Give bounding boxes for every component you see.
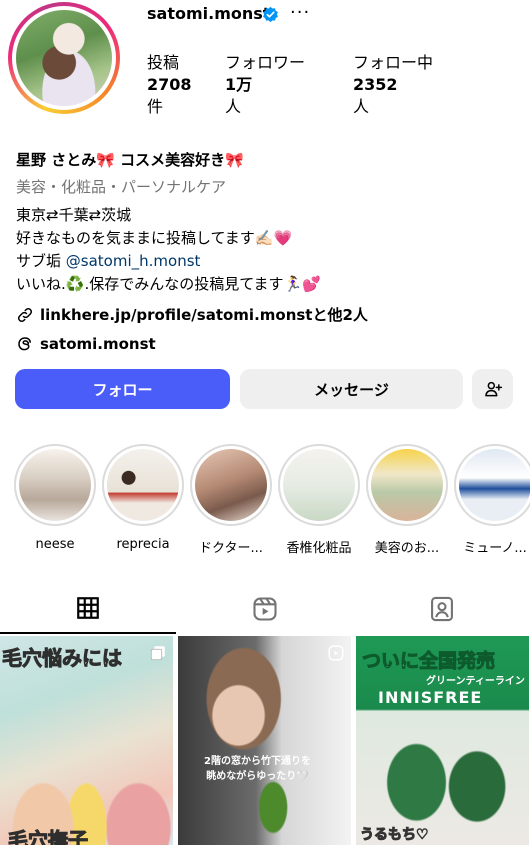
brand-logo: innisfree (378, 688, 483, 707)
stat-unit: 人 (225, 97, 242, 116)
stat-value: 1万 (225, 75, 253, 94)
post-caption: 毛穴悩みには (2, 646, 123, 671)
profile-link-text: linkhere.jp/profile/satomi.monstと他2人 (40, 306, 368, 324)
bio-line: サブ垢 @satomi_h.monst (16, 250, 321, 273)
highlight-label: reprecia (116, 537, 170, 552)
tagged-user-icon (431, 596, 453, 622)
post-tile[interactable]: 毛穴悩みには 毛穴撫子 (0, 636, 173, 845)
reel-indicator-icon (328, 645, 344, 661)
stat-label: 投稿 (147, 53, 180, 72)
highlight-beauty[interactable]: 美容のお... (366, 444, 448, 556)
profile-link[interactable]: linkhere.jp/profile/satomi.monstと他2人 (16, 304, 368, 325)
display-name: 星野 さとみ🎀 コスメ美容好き🎀 (16, 151, 244, 169)
stat-following[interactable]: フォロー中 2352 人 (353, 52, 433, 118)
tab-reels[interactable] (177, 584, 353, 634)
threads-link[interactable]: satomi.monst (16, 335, 156, 353)
verified-badge-icon (263, 6, 278, 23)
highlight-label: 香椎化粧品 (286, 541, 352, 556)
profile-bio: 東京⇄千葉⇄茨城 好きなものを気ままに投稿してます✍🏻💗 サブ垢 @satomi… (16, 204, 321, 296)
bio-line: 好きなものを気ままに投稿してます✍🏻💗 (16, 229, 293, 247)
stat-value: 2352 (353, 75, 398, 94)
sub-account-mention-link[interactable]: @satomi_h.monst (66, 252, 201, 270)
highlight-reprecia[interactable]: reprecia (102, 444, 184, 552)
stat-label: フォロワー (225, 53, 306, 72)
post-tile[interactable]: ついに全国発売 グリーンティーライン innisfree うるもち♡ (356, 636, 529, 845)
profile-avatar[interactable] (8, 2, 120, 114)
profile-category: 美容・化粧品・パーソナルケア (16, 178, 227, 196)
bio-line: いいね.♻️.保存でみんなの投稿見てます🏃‍♀️💕 (16, 275, 321, 293)
threads-handle: satomi.monst (40, 335, 156, 353)
reels-icon (253, 597, 277, 621)
highlight-cover (459, 449, 530, 521)
stat-unit: 件 (147, 97, 164, 116)
grid-icon (77, 597, 99, 619)
post-caption: 毛穴撫子 (8, 828, 89, 845)
carousel-icon (150, 646, 165, 661)
stat-followers[interactable]: フォロワー 1万 人 (225, 52, 305, 118)
highlight-kashii[interactable]: 香椎化粧品 (278, 444, 360, 556)
post-caption: うるもち♡ (360, 827, 430, 844)
username: satomi.monst (147, 4, 271, 23)
link-icon (17, 307, 33, 322)
highlight-label: neese (35, 537, 75, 552)
post-caption: ついに全国発売 (361, 650, 496, 673)
highlight-label: ドクター... (199, 541, 263, 556)
highlight-neese[interactable]: neese (14, 444, 96, 552)
bio-line: 東京⇄千葉⇄茨城 (16, 206, 132, 224)
highlight-myuno[interactable]: ミューノ... (454, 444, 530, 556)
suggest-users-button[interactable] (472, 369, 513, 409)
post-caption: グリーンティーライン (426, 676, 525, 687)
follow-button[interactable]: フォロー (15, 369, 230, 409)
highlight-cover (107, 449, 179, 521)
stat-unit: 人 (353, 97, 370, 116)
post-tile[interactable]: 2階の窓から竹下通りを 眺めながらゆったり🤍 (178, 636, 351, 845)
avatar-photo (16, 10, 112, 106)
threads-icon (18, 337, 31, 351)
bio-text: サブ垢 (16, 252, 66, 270)
highlight-cover (283, 449, 355, 521)
stat-value: 2708 (147, 75, 192, 94)
highlight-cover (195, 449, 267, 521)
profile-tabs (0, 584, 530, 634)
post-caption: 2階の窓から竹下通りを 眺めながらゆったり🤍 (204, 756, 311, 782)
stat-posts[interactable]: 投稿 2708 件 (147, 52, 192, 118)
more-options-button[interactable]: ··· (290, 2, 310, 23)
message-button[interactable]: メッセージ (240, 369, 463, 409)
highlight-label: 美容のお... (374, 541, 440, 556)
highlight-cover (19, 449, 91, 521)
highlight-label: ミューノ... (463, 541, 527, 556)
highlight-cover (371, 449, 443, 521)
tab-tagged[interactable] (354, 584, 530, 634)
highlight-doctor[interactable]: ドクター... (190, 444, 272, 556)
tab-posts[interactable] (0, 584, 176, 634)
post-image (178, 636, 351, 845)
stat-label: フォロー中 (353, 53, 434, 72)
add-user-icon (484, 381, 502, 397)
